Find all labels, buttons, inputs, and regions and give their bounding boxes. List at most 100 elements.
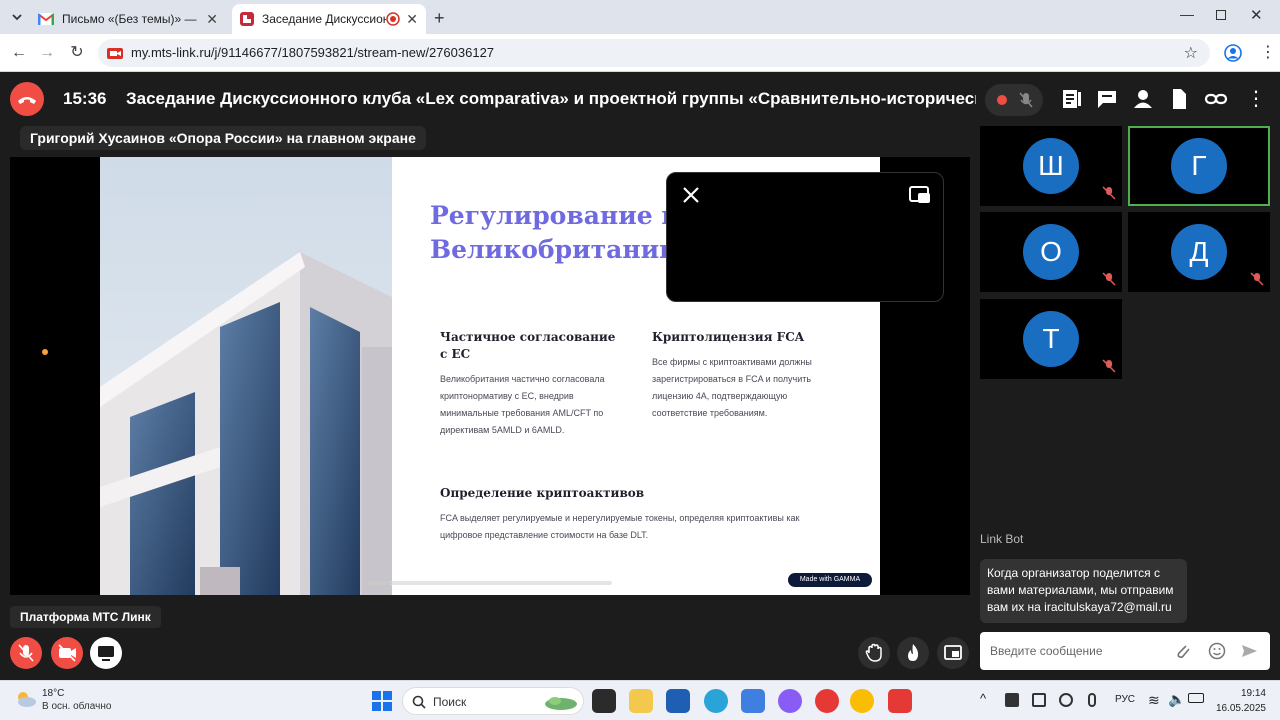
star-icon[interactable]: ☆ (1184, 43, 1198, 63)
participants-icon[interactable] (1130, 86, 1156, 112)
temperature: 18°C (42, 688, 65, 699)
avatar: Ш (1023, 138, 1079, 194)
hangup-button[interactable] (10, 82, 44, 116)
store-icon[interactable] (666, 689, 690, 713)
tray-sync-icon[interactable] (1059, 693, 1073, 707)
reactions-button[interactable] (897, 637, 929, 669)
browser-tab-bar: Письмо «(Без темы)» — Шерш ✕ Заседание Д… (0, 0, 1280, 34)
phone-hangup-icon (18, 97, 36, 104)
recording-status[interactable] (985, 84, 1043, 116)
mic-off-icon (1102, 186, 1116, 200)
new-tab-button[interactable]: + (434, 8, 445, 29)
participant-tile[interactable]: Ш (980, 126, 1122, 206)
picture-in-picture-icon (944, 645, 962, 660)
avatar: Т (1023, 311, 1079, 367)
participant-tile[interactable]: Д (1128, 212, 1270, 292)
close-icon[interactable]: ✕ (206, 11, 218, 28)
browser-toolbar: ← → ↻ my.mts-link.ru/j/91146677/18075938… (0, 34, 1280, 72)
weather-description: В осн. облачно (42, 701, 112, 712)
tray-app-icon[interactable] (1005, 693, 1019, 707)
file-explorer-icon[interactable] (629, 689, 653, 713)
alice-icon[interactable] (778, 689, 802, 713)
participant-tile-active[interactable]: Г (1128, 126, 1270, 206)
tab-mail[interactable]: Письмо «(Без темы)» — Шерш ✕ (30, 4, 226, 34)
camera-toggle-button[interactable] (51, 637, 83, 669)
avatar: Г (1171, 138, 1227, 194)
volume-icon[interactable]: 🔈 (1168, 691, 1185, 708)
yandex-browser-icon[interactable] (888, 689, 912, 713)
taskbar: 18°C В осн. облачно Поиск ^ РУС ≋ 🔈 19:1… (0, 680, 1280, 720)
layout-button[interactable] (937, 637, 969, 669)
yandex-icon[interactable] (815, 689, 839, 713)
hand-icon (865, 643, 882, 662)
weather-cloud-icon[interactable] (14, 687, 38, 711)
emoji-icon[interactable] (1208, 642, 1226, 660)
tab-list-button[interactable] (8, 8, 26, 26)
section-heading: Определение криптоактивов (440, 486, 645, 500)
address-bar[interactable]: my.mts-link.ru/j/91146677/1807593821/str… (98, 39, 1210, 67)
fire-icon (908, 644, 919, 661)
recording-icon (386, 12, 401, 26)
chat-icon[interactable] (1094, 86, 1120, 112)
paperclip-icon[interactable] (1174, 642, 1192, 660)
wifi-icon[interactable]: ≋ (1148, 692, 1160, 709)
search-icon (412, 695, 426, 709)
edge-icon[interactable] (704, 689, 728, 713)
section-body: Все фирмы с криптоактивами должны зареги… (652, 357, 812, 418)
mic-toggle-button[interactable] (10, 637, 42, 669)
meeting-timer: 15:36 (63, 89, 107, 108)
close-window-button[interactable]: ✕ (1250, 6, 1263, 24)
close-icon[interactable]: ✕ (406, 11, 418, 28)
file-icon[interactable] (1166, 86, 1192, 112)
chat-input[interactable]: Введите сообщение (980, 632, 1270, 670)
screen-share-button[interactable] (90, 637, 122, 669)
clock-date[interactable]: 16.05.2025 (1206, 703, 1266, 714)
back-button[interactable]: ← (8, 42, 30, 64)
more-options-icon[interactable]: ⋮ (1246, 86, 1266, 111)
chat-sender: Link Bot (980, 532, 1024, 546)
record-dot-icon (997, 95, 1007, 105)
clock-time[interactable]: 19:14 (1216, 688, 1266, 699)
battery-icon[interactable] (1188, 693, 1204, 703)
tray-mic-icon[interactable] (1088, 693, 1096, 707)
meeting-title: Заседание Дискуссионного клуба «Lex comp… (126, 89, 976, 108)
maximize-button[interactable] (1216, 10, 1226, 20)
windows-start-icon[interactable] (372, 691, 392, 711)
slide-progress-bar (368, 581, 612, 585)
tab-meeting[interactable]: Заседание Дискуссионног ✕ (232, 4, 426, 34)
gmail-icon (38, 13, 54, 25)
more-menu-icon[interactable]: ⋮ (1260, 42, 1276, 62)
notes-icon[interactable] (1058, 86, 1084, 112)
section-body: Великобритания частично согласовала крип… (440, 374, 605, 435)
chrome-icon[interactable] (850, 689, 874, 713)
profile-icon[interactable] (1224, 44, 1242, 62)
send-icon[interactable] (1240, 642, 1258, 660)
section-body: FCA выделяет регулируемые и нерегулируем… (440, 513, 800, 540)
reload-button[interactable]: ↻ (66, 42, 88, 64)
avatar: О (1023, 224, 1079, 280)
mic-off-icon (1250, 272, 1264, 286)
chevron-up-icon[interactable]: ^ (980, 691, 986, 706)
chevron-down-icon (12, 14, 22, 21)
taskbar-search[interactable]: Поиск (402, 687, 584, 715)
camera-icon (107, 48, 123, 59)
meeting-app: 15:36 Заседание Дискуссионного клуба «Le… (0, 72, 1280, 680)
link-icon[interactable] (1203, 86, 1229, 112)
participant-tile[interactable]: О (980, 212, 1122, 292)
participant-tile[interactable]: Т (980, 299, 1122, 379)
tab-title: Письмо «(Без темы)» — Шерш (62, 12, 200, 26)
minimize-button[interactable]: — (1180, 6, 1194, 22)
forward-button[interactable]: → (36, 42, 58, 64)
app-icon[interactable] (741, 689, 765, 713)
picture-in-picture-icon[interactable] (909, 185, 931, 205)
close-icon[interactable] (681, 185, 701, 205)
tray-sliders-icon[interactable] (1032, 693, 1046, 707)
task-view-icon[interactable] (592, 689, 616, 713)
input-language[interactable]: РУС (1115, 694, 1135, 705)
chat-message: Когда организатор поделится с вами матер… (980, 559, 1187, 623)
raise-hand-button[interactable] (858, 637, 890, 669)
screen-icon (98, 646, 114, 661)
search-highlight-icon (545, 697, 577, 710)
mts-link-icon (240, 12, 254, 26)
camera-off-icon (58, 644, 76, 662)
